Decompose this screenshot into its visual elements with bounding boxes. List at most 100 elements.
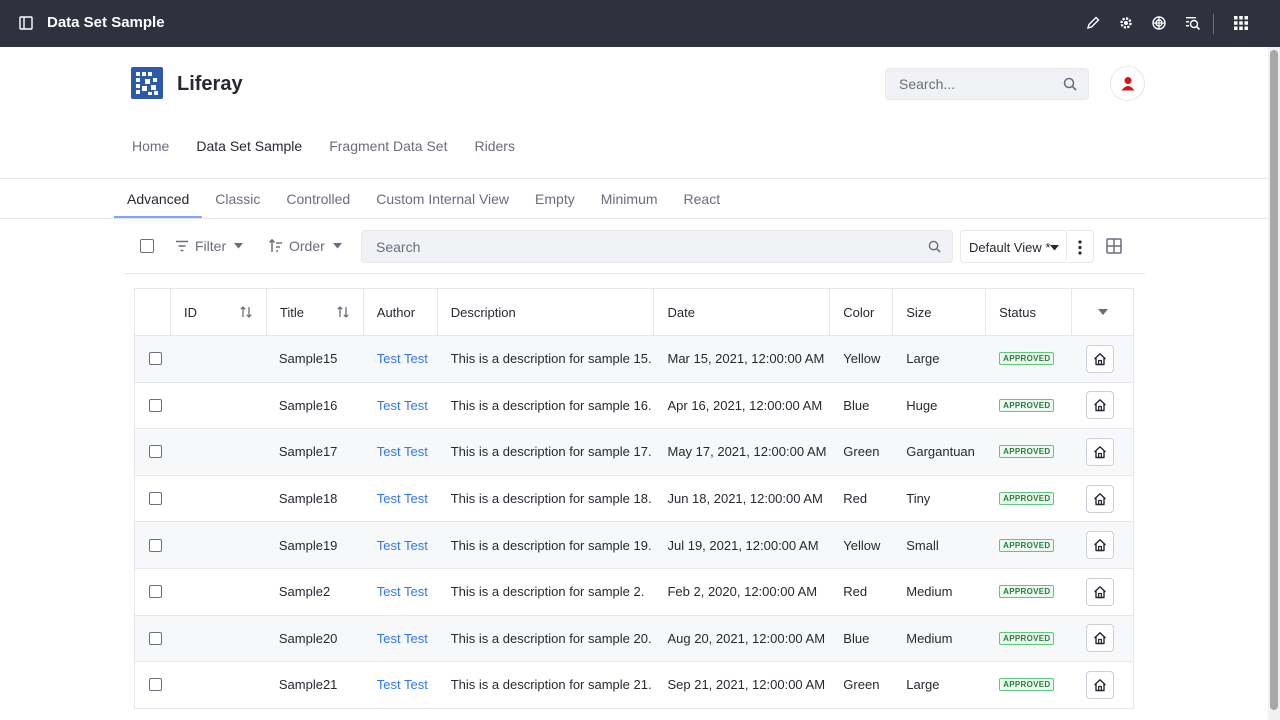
cell-actions xyxy=(1072,336,1133,382)
cell-description: This is a description for sample 2. xyxy=(450,584,645,600)
tab-custom-internal-view[interactable]: Custom Internal View xyxy=(363,179,522,219)
table-search-input[interactable] xyxy=(362,231,902,262)
row-action-button[interactable] xyxy=(1086,391,1115,420)
row-checkbox[interactable] xyxy=(149,492,162,506)
simulation-icon[interactable] xyxy=(1151,15,1167,31)
order-button[interactable]: Order xyxy=(269,237,342,255)
cell-color: Blue xyxy=(843,630,870,646)
table-row[interactable]: Sample16 Test Test This is a description f… xyxy=(135,383,1133,430)
cell-actions xyxy=(1072,662,1133,708)
column-header-date: Date xyxy=(654,289,831,335)
row-checkbox[interactable] xyxy=(149,398,162,412)
nav-item-riders[interactable]: Riders xyxy=(474,138,514,154)
sort-icon[interactable] xyxy=(240,306,252,318)
user-avatar[interactable] xyxy=(1110,66,1145,101)
gear-icon[interactable] xyxy=(1118,15,1134,31)
column-label-title: Title xyxy=(279,304,304,320)
preview-search-icon[interactable] xyxy=(1185,15,1201,31)
tabs-divider xyxy=(0,218,1268,219)
row-action-button[interactable] xyxy=(1086,531,1115,560)
nav-item-data-set-sample[interactable]: Data Set Sample xyxy=(196,138,302,154)
cell-size: Huge xyxy=(906,397,938,413)
row-action-button[interactable] xyxy=(1086,670,1115,699)
table-row[interactable]: Sample2 Test Test This is a description fo… xyxy=(135,569,1133,616)
tab-react[interactable]: React xyxy=(671,179,734,219)
select-all-checkbox[interactable] xyxy=(140,239,154,253)
view-options-button[interactable] xyxy=(1067,230,1094,263)
author-link[interactable]: Test Test xyxy=(377,491,428,506)
row-checkbox[interactable] xyxy=(149,678,162,692)
tab-empty[interactable]: Empty xyxy=(522,179,588,219)
cell-actions xyxy=(1072,429,1133,475)
column-visibility-toggle[interactable] xyxy=(1072,289,1133,335)
cell-status: APPROVED xyxy=(986,383,1072,429)
table-row[interactable]: Sample20 Test Test This is a description f… xyxy=(135,615,1133,663)
pencil-icon[interactable] xyxy=(1085,15,1101,31)
author-link[interactable]: Test Test xyxy=(377,538,428,553)
status-badge: APPROVED xyxy=(999,631,1055,645)
cell-id xyxy=(171,336,267,382)
search-icon[interactable] xyxy=(928,240,941,253)
cell-description: This is a description for sample 16. xyxy=(450,397,652,413)
home-icon xyxy=(1094,399,1107,412)
author-link[interactable]: Test Test xyxy=(377,584,428,599)
column-header-title[interactable]: Title xyxy=(267,289,364,335)
table-row[interactable]: Sample21 Test Test This is a description f… xyxy=(135,662,1133,709)
search-icon[interactable] xyxy=(1063,77,1077,91)
liferay-logo-icon[interactable] xyxy=(131,67,163,99)
nav-item-home[interactable]: Home xyxy=(132,138,169,154)
row-action-button[interactable] xyxy=(1086,344,1115,373)
column-header-id[interactable]: ID xyxy=(171,289,267,335)
view-select[interactable]: Default View * xyxy=(960,230,1067,263)
cell-title: Sample17 xyxy=(278,444,338,460)
row-check-cell xyxy=(135,522,171,568)
column-label-date: Date xyxy=(667,304,695,320)
row-checkbox[interactable] xyxy=(149,538,162,552)
tab-classic[interactable]: Classic xyxy=(202,179,273,219)
row-action-button[interactable] xyxy=(1086,484,1115,513)
cell-author: Test Test xyxy=(364,476,438,522)
header-check-cell xyxy=(135,289,171,335)
cell-author: Test Test xyxy=(364,569,438,615)
author-link[interactable]: Test Test xyxy=(377,631,428,646)
apps-grid-icon[interactable] xyxy=(1233,15,1249,31)
cell-id xyxy=(171,429,267,475)
sort-icon[interactable] xyxy=(337,306,349,318)
site-name[interactable]: Liferay xyxy=(177,73,243,96)
author-link[interactable]: Test Test xyxy=(377,677,428,692)
cell-id xyxy=(171,662,267,708)
table-search xyxy=(361,230,953,263)
nav-item-fragment-data-set[interactable]: Fragment Data Set xyxy=(329,138,447,154)
row-action-button[interactable] xyxy=(1086,577,1115,606)
row-checkbox[interactable] xyxy=(149,352,162,366)
cell-color: Green xyxy=(843,677,880,693)
cell-date: May 17, 2021, 12:00:00 AM xyxy=(667,444,827,460)
column-label-author: Author xyxy=(376,304,416,320)
status-badge: APPROVED xyxy=(999,538,1055,552)
cell-size: Large xyxy=(906,677,940,693)
table-row[interactable]: Sample18 Test Test This is a description f… xyxy=(135,476,1133,523)
author-link[interactable]: Test Test xyxy=(377,351,428,366)
author-link[interactable]: Test Test xyxy=(377,398,428,413)
cell-date: Mar 15, 2021, 12:00:00 AM xyxy=(667,351,825,367)
tab-minimum[interactable]: Minimum xyxy=(588,179,671,219)
site-search-input[interactable] xyxy=(886,69,1056,99)
scrollbar-thumb[interactable] xyxy=(1270,50,1278,710)
table-view-icon[interactable] xyxy=(1106,238,1122,254)
row-action-button[interactable] xyxy=(1086,437,1115,466)
sidebar-toggle-icon[interactable] xyxy=(19,16,33,30)
row-action-button[interactable] xyxy=(1086,624,1115,653)
table-row[interactable]: Sample15 Test Test This is a description f… xyxy=(135,336,1133,383)
filter-button[interactable]: Filter xyxy=(175,237,244,255)
row-checkbox[interactable] xyxy=(149,631,162,645)
row-checkbox[interactable] xyxy=(149,585,162,599)
tab-advanced[interactable]: Advanced xyxy=(114,179,203,219)
caret-down-icon xyxy=(1097,309,1108,315)
table-row[interactable]: Sample17 Test Test This is a description f… xyxy=(135,429,1133,476)
row-checkbox[interactable] xyxy=(149,445,162,459)
table-row[interactable]: Sample19 Test Test This is a description f… xyxy=(135,522,1133,569)
status-badge: APPROVED xyxy=(999,398,1055,412)
tab-controlled[interactable]: Controlled xyxy=(273,179,363,219)
cell-size: Large xyxy=(906,351,940,367)
author-link[interactable]: Test Test xyxy=(377,444,428,459)
